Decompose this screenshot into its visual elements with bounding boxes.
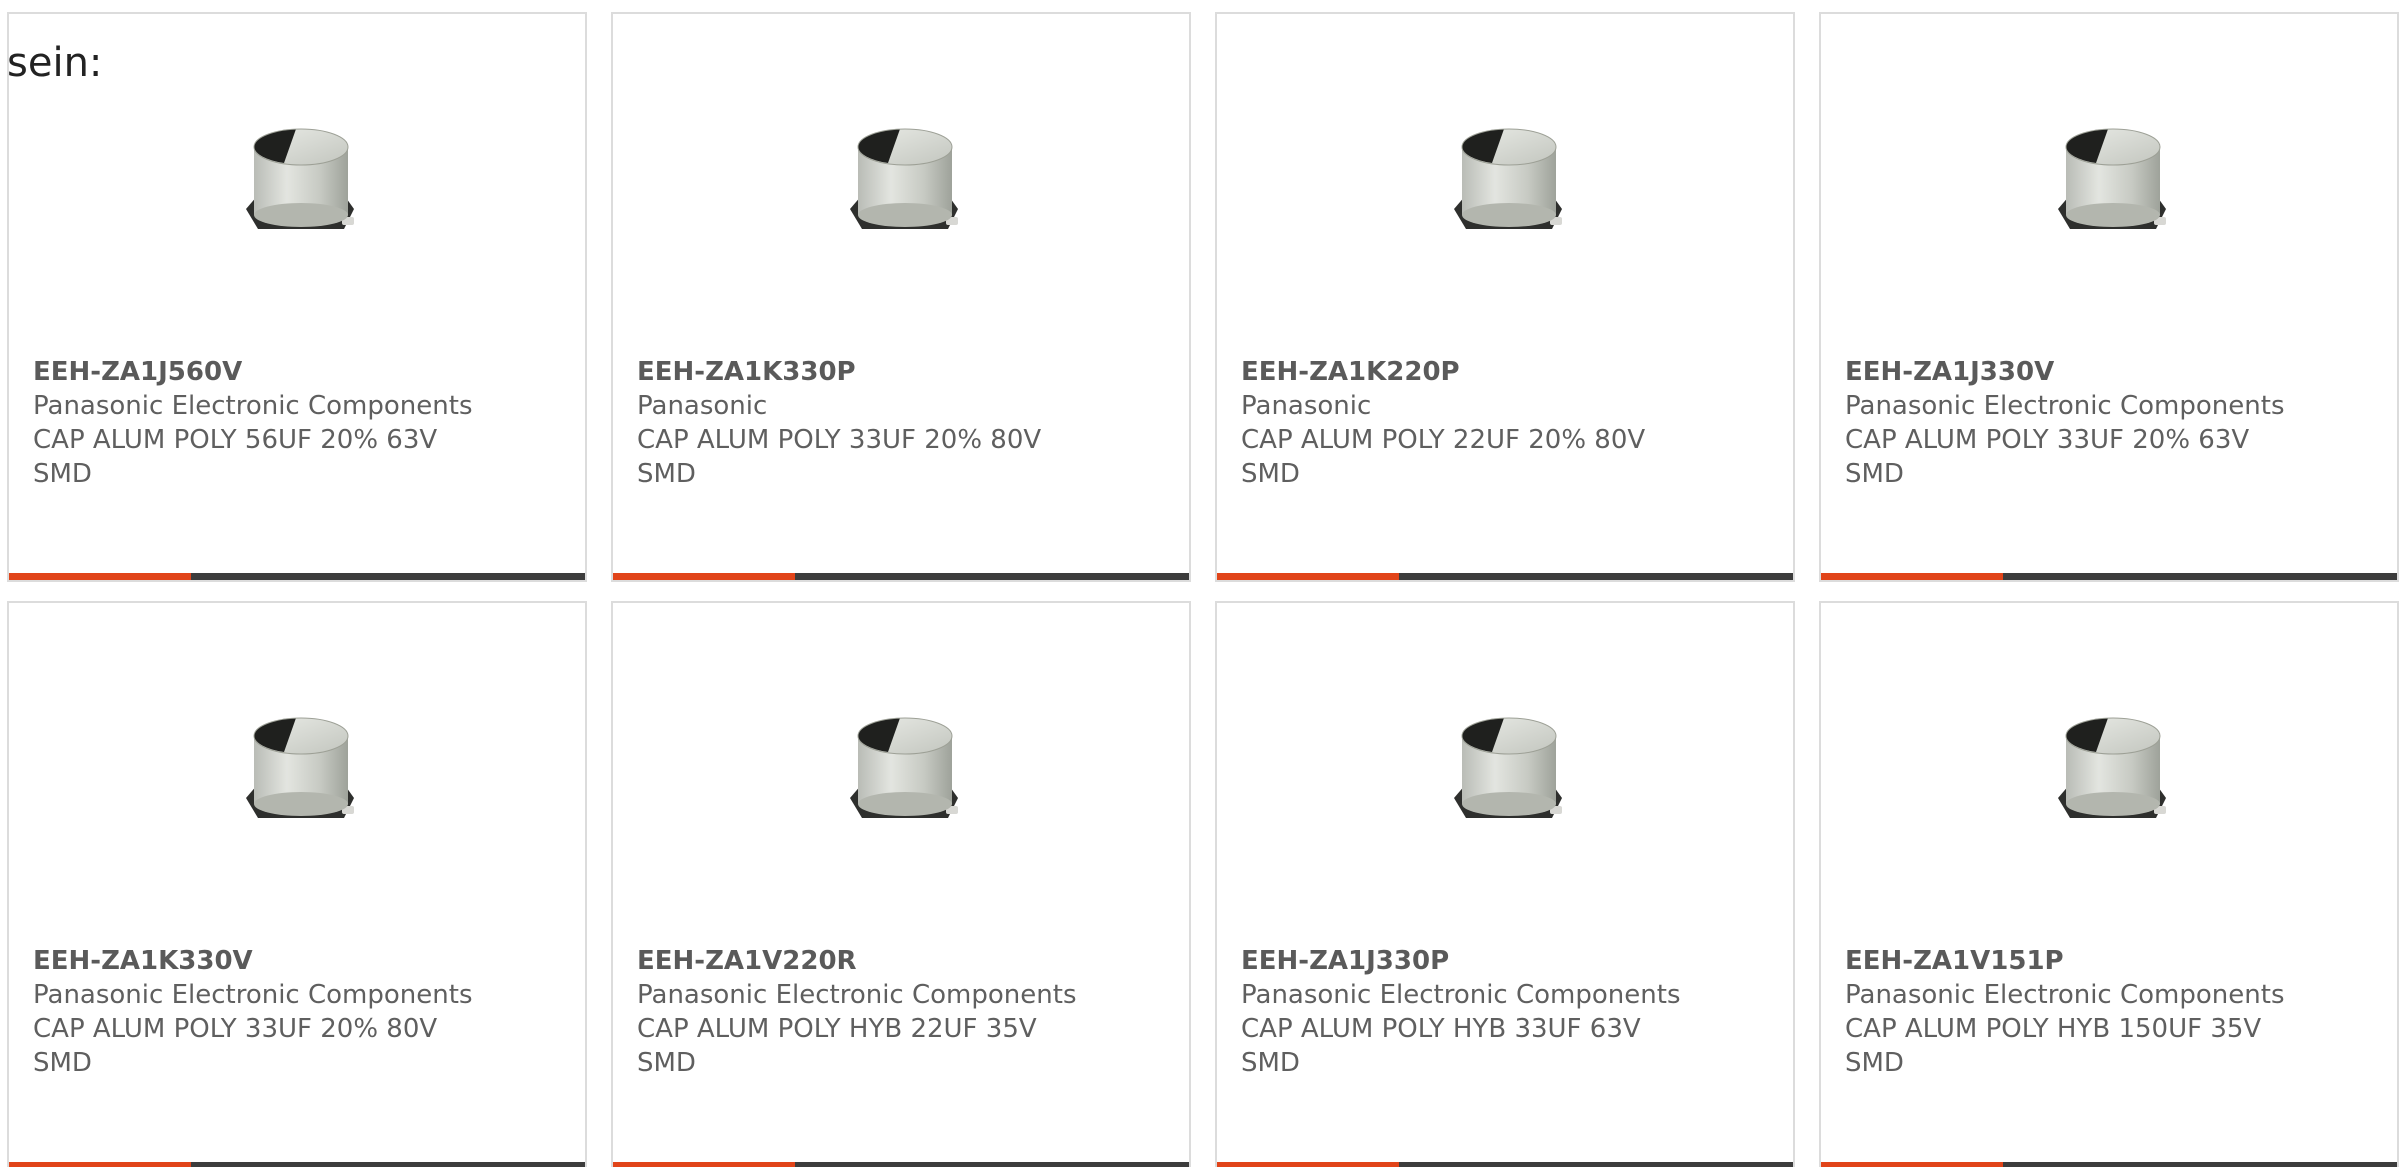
product-card[interactable]: EEH-ZA1J330P Panasonic Electronic Compon…	[1215, 601, 1795, 1167]
card-accent-bar	[1821, 573, 2003, 580]
part-number: EEH-ZA1K220P	[1241, 357, 1460, 387]
product-info: EEH-ZA1K220P Panasonic CAP ALUM POLY 22U…	[1241, 355, 1645, 491]
capacitor-image	[798, 670, 1012, 872]
product-card[interactable]: EEH-ZA1J330V Panasonic Electronic Compon…	[1819, 12, 2399, 582]
manufacturer: Panasonic Electronic Components	[33, 391, 473, 421]
description: CAP ALUM POLY 33UF 20% 80V	[637, 425, 1042, 455]
part-number: EEH-ZA1J330P	[1241, 946, 1450, 976]
manufacturer: Panasonic Electronic Components	[33, 980, 473, 1010]
product-card[interactable]: EEH-ZA1V151P Panasonic Electronic Compon…	[1819, 601, 2399, 1167]
card-footer-bar	[1217, 1162, 1793, 1167]
part-number: EEH-ZA1K330V	[33, 946, 253, 976]
card-accent-bar	[1217, 1162, 1399, 1167]
part-number: EEH-ZA1J330V	[1845, 357, 2055, 387]
package-type: SMD	[637, 459, 696, 489]
card-accent-bar	[1217, 573, 1399, 580]
description: CAP ALUM POLY HYB 150UF 35V	[1845, 1014, 2262, 1044]
manufacturer: Panasonic Electronic Components	[1845, 391, 2285, 421]
card-accent-bar	[613, 573, 795, 580]
card-footer-bar	[613, 573, 1189, 580]
product-card[interactable]: EEH-ZA1V220R Panasonic Electronic Compon…	[611, 601, 1191, 1167]
package-type: SMD	[33, 459, 92, 489]
product-grid: EEH-ZA1J560V Panasonic Electronic Compon…	[7, 12, 2399, 1167]
product-info: EEH-ZA1J330V Panasonic Electronic Compon…	[1845, 355, 2285, 491]
package-type: SMD	[1845, 1048, 1904, 1078]
card-footer-bar	[1821, 573, 2397, 580]
capacitor-image	[798, 81, 1012, 283]
capacitor-image	[2006, 81, 2220, 283]
manufacturer: Panasonic Electronic Components	[1845, 980, 2285, 1010]
package-type: SMD	[1845, 459, 1904, 489]
manufacturer: Panasonic	[1241, 391, 1372, 421]
card-accent-bar	[1821, 1162, 2003, 1167]
product-info: EEH-ZA1V151P Panasonic Electronic Compon…	[1845, 944, 2285, 1080]
capacitor-image	[2006, 670, 2220, 872]
card-footer-bar	[1217, 573, 1793, 580]
card-footer-bar	[9, 573, 585, 580]
product-info: EEH-ZA1J560V Panasonic Electronic Compon…	[33, 355, 473, 491]
product-info: EEH-ZA1K330P Panasonic CAP ALUM POLY 33U…	[637, 355, 1041, 491]
card-accent-bar	[9, 1162, 191, 1167]
description: CAP ALUM POLY 33UF 20% 80V	[33, 1014, 438, 1044]
part-number: EEH-ZA1V151P	[1845, 946, 2064, 976]
manufacturer: Panasonic	[637, 391, 768, 421]
page: sein: EEH-ZA1J560V Panasonic Electronic …	[0, 0, 2400, 1167]
product-card[interactable]: EEH-ZA1J560V Panasonic Electronic Compon…	[7, 12, 587, 582]
product-card[interactable]: EEH-ZA1K330P Panasonic CAP ALUM POLY 33U…	[611, 12, 1191, 582]
description: CAP ALUM POLY HYB 22UF 35V	[637, 1014, 1037, 1044]
capacitor-image	[1402, 670, 1616, 872]
card-accent-bar	[9, 573, 191, 580]
package-type: SMD	[1241, 1048, 1300, 1078]
description: CAP ALUM POLY 22UF 20% 80V	[1241, 425, 1646, 455]
part-number: EEH-ZA1J560V	[33, 357, 243, 387]
package-type: SMD	[637, 1048, 696, 1078]
package-type: SMD	[1241, 459, 1300, 489]
part-number: EEH-ZA1V220R	[637, 946, 857, 976]
product-info: EEH-ZA1K330V Panasonic Electronic Compon…	[33, 944, 473, 1080]
card-footer-bar	[9, 1162, 585, 1167]
package-type: SMD	[33, 1048, 92, 1078]
capacitor-image	[1402, 81, 1616, 283]
card-footer-bar	[613, 1162, 1189, 1167]
card-accent-bar	[613, 1162, 795, 1167]
description: CAP ALUM POLY 33UF 20% 63V	[1845, 425, 2250, 455]
manufacturer: Panasonic Electronic Components	[637, 980, 1077, 1010]
part-number: EEH-ZA1K330P	[637, 357, 856, 387]
description: CAP ALUM POLY HYB 33UF 63V	[1241, 1014, 1641, 1044]
product-info: EEH-ZA1V220R Panasonic Electronic Compon…	[637, 944, 1077, 1080]
capacitor-image	[194, 81, 408, 283]
card-footer-bar	[1821, 1162, 2397, 1167]
product-info: EEH-ZA1J330P Panasonic Electronic Compon…	[1241, 944, 1681, 1080]
capacitor-image	[194, 670, 408, 872]
intro-text: sein:	[7, 40, 103, 86]
manufacturer: Panasonic Electronic Components	[1241, 980, 1681, 1010]
product-card[interactable]: EEH-ZA1K220P Panasonic CAP ALUM POLY 22U…	[1215, 12, 1795, 582]
description: CAP ALUM POLY 56UF 20% 63V	[33, 425, 438, 455]
product-card[interactable]: EEH-ZA1K330V Panasonic Electronic Compon…	[7, 601, 587, 1167]
